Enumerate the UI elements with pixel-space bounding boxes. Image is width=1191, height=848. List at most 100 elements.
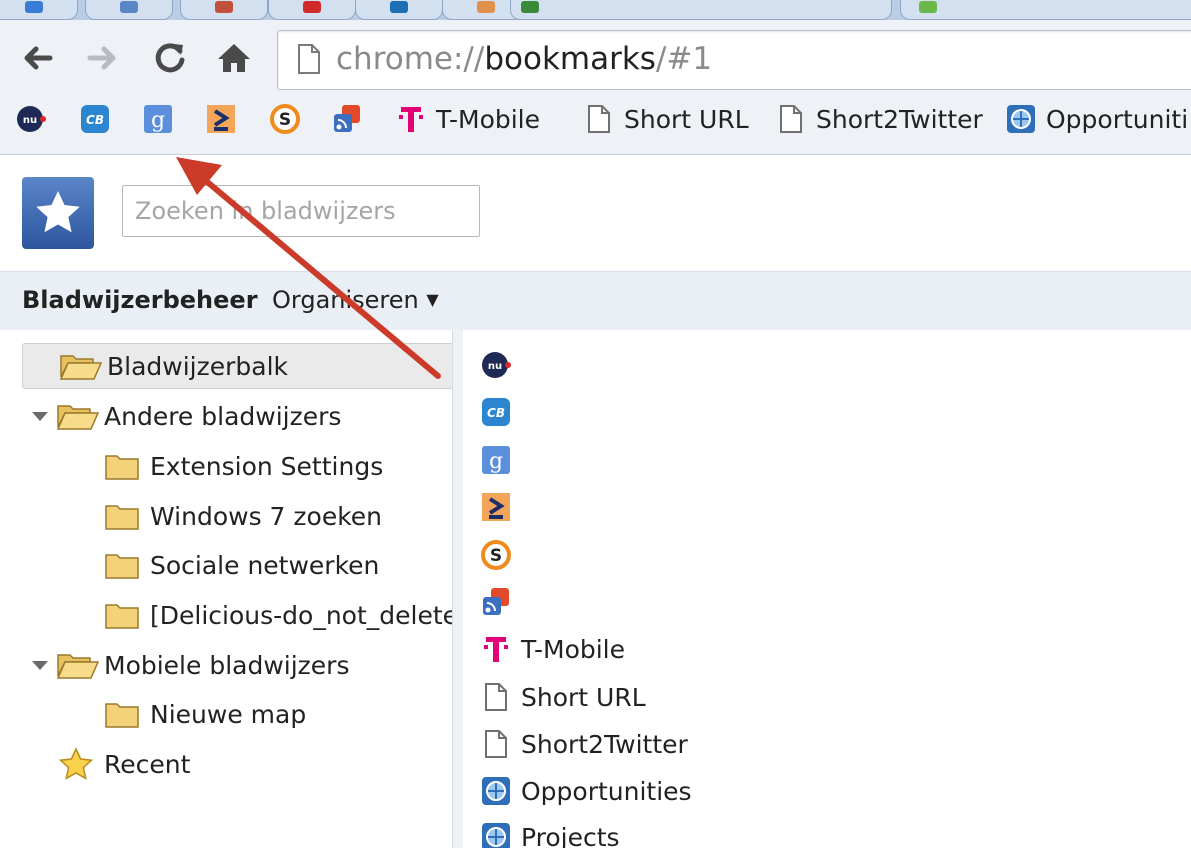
list-item[interactable]: Opportunities [481, 770, 692, 812]
globe-icon [481, 822, 511, 848]
tab-favicon [521, 1, 539, 13]
tab-favicon [919, 1, 937, 13]
tree-item-label: Extension Settings [150, 451, 384, 481]
tree-item-sociale-netwerken[interactable]: Sociale netwerken [104, 543, 379, 587]
bookmark-label: Short2Twitter [816, 104, 983, 134]
t-mobile-icon [481, 634, 511, 664]
cb-icon: CB [481, 397, 511, 427]
list-item[interactable]: S [481, 534, 521, 576]
folder-open-icon [59, 355, 103, 380]
bookmarks-bar: nu CB g S T-Mobile Short URL Short2Twitt… [0, 96, 1191, 142]
address-bar[interactable]: chrome://bookmarks/#1 [277, 30, 1191, 90]
svg-text:CB: CB [86, 113, 104, 127]
tab-active[interactable] [510, 0, 892, 20]
page-icon [298, 44, 320, 74]
tree-item-windows-7-zoeken[interactable]: Windows 7 zoeken [104, 494, 382, 538]
manager-subbar: Bladwijzerbeheer Organiseren ▼ [0, 271, 1191, 331]
list-item[interactable]: Short URL [481, 676, 646, 718]
list-item[interactable] [481, 581, 521, 623]
home-button[interactable] [212, 34, 256, 82]
tree-item-extension-settings[interactable]: Extension Settings [104, 444, 383, 488]
bookmark-cb[interactable]: CB [80, 102, 110, 136]
list-item[interactable]: Projects [481, 816, 620, 848]
tab[interactable] [268, 0, 356, 20]
url-scheme: chrome:// [336, 41, 485, 77]
tree-item-label: Bladwijzerbalk [107, 351, 289, 381]
folder-open-icon [56, 654, 100, 679]
url-path: /#1 [655, 41, 713, 77]
page-icon [776, 104, 806, 134]
bookmark-short2twitter[interactable]: Short2Twitter [776, 102, 983, 136]
list-item[interactable]: nu [481, 344, 521, 386]
list-item-label: Short2Twitter [521, 729, 688, 759]
tab[interactable] [85, 0, 173, 20]
bookmark-s[interactable]: S [270, 102, 300, 136]
list-item-label: Opportunities [521, 776, 692, 806]
page-title: Bladwijzerbeheer [22, 286, 258, 314]
t-mobile-icon [396, 104, 426, 134]
svg-text:nu: nu [23, 115, 37, 126]
bookmark-label: Opportuniti [1046, 104, 1189, 134]
tree-item-label: Windows 7 zoeken [150, 501, 383, 531]
tab-favicon [303, 1, 321, 13]
tab[interactable] [355, 0, 443, 20]
star-icon [58, 747, 94, 780]
bookmark-short-url[interactable]: Short URL [584, 102, 749, 136]
folder-icon [105, 455, 139, 480]
tab-strip [0, 0, 1191, 20]
list-item-label: Short URL [521, 682, 646, 712]
bookmark-google[interactable]: g [143, 102, 173, 136]
reload-button[interactable] [148, 34, 192, 82]
arrow-left-icon [24, 46, 53, 70]
bookmark-nu[interactable]: nu [16, 102, 46, 136]
tree-item-nieuwe-map[interactable]: Nieuwe map [104, 692, 306, 736]
google-icon: g [143, 104, 173, 134]
svg-text:g: g [151, 108, 165, 133]
tree-item-label: Nieuwe map [150, 699, 307, 729]
bookmark-label: T-Mobile [436, 104, 541, 134]
tree-item-label: Recent [104, 749, 191, 779]
url-host: bookmarks [484, 41, 656, 77]
list-item[interactable]: T-Mobile [481, 628, 625, 670]
tree-item-delicious[interactable]: [Delicious-do_not_delete] [104, 593, 452, 637]
s-circle-icon: S [270, 104, 300, 134]
bookmark-orange[interactable] [206, 102, 236, 136]
list-item-label: Projects [521, 822, 620, 848]
tab[interactable] [900, 0, 1191, 20]
list-item[interactable]: Short2Twitter [481, 723, 688, 765]
expand-triangle-icon[interactable] [32, 660, 48, 670]
back-button[interactable] [16, 34, 60, 82]
list-item[interactable] [481, 486, 521, 528]
home-icon [218, 44, 250, 72]
bookmark-t-mobile[interactable]: T-Mobile [396, 102, 540, 136]
tree-item-recent[interactable]: Recent [58, 742, 190, 786]
list-item[interactable]: CB [481, 391, 521, 433]
forward-button[interactable] [80, 34, 124, 82]
organize-menu-button[interactable]: Organiseren ▼ [272, 286, 439, 314]
list-item-label: T-Mobile [521, 634, 626, 664]
reload-icon [155, 43, 185, 73]
tab-favicon [25, 1, 43, 13]
tree-item-andere-bladwijzers[interactable]: Andere bladwijzers [32, 394, 341, 438]
tree-item-bladwijzerbalk[interactable]: Bladwijzerbalk [22, 343, 454, 389]
organize-label: Organiseren [272, 286, 419, 314]
s-circle-icon: S [481, 540, 511, 570]
tree-item-mobiele-bladwijzers[interactable]: Mobiele bladwijzers [32, 643, 349, 687]
tab[interactable] [180, 0, 268, 20]
tab[interactable] [0, 0, 78, 20]
bookmark-search-input[interactable] [122, 185, 480, 237]
list-item[interactable]: g [481, 439, 521, 481]
feed-icon [481, 587, 511, 617]
bookmark-opportunities[interactable]: Opportuniti [1006, 102, 1188, 136]
svg-text:nu: nu [488, 361, 502, 372]
orange-arrow-icon [206, 104, 236, 134]
address-text: chrome://bookmarks/#1 [336, 39, 712, 79]
globe-icon [1006, 104, 1036, 134]
tab-favicon [120, 1, 138, 13]
star-icon [36, 191, 80, 233]
folder-icon [105, 604, 139, 629]
expand-triangle-icon[interactable] [32, 411, 48, 421]
tab-favicon [477, 1, 495, 13]
bookmark-feed[interactable] [332, 102, 362, 136]
bookmark-label: Short URL [624, 104, 749, 134]
